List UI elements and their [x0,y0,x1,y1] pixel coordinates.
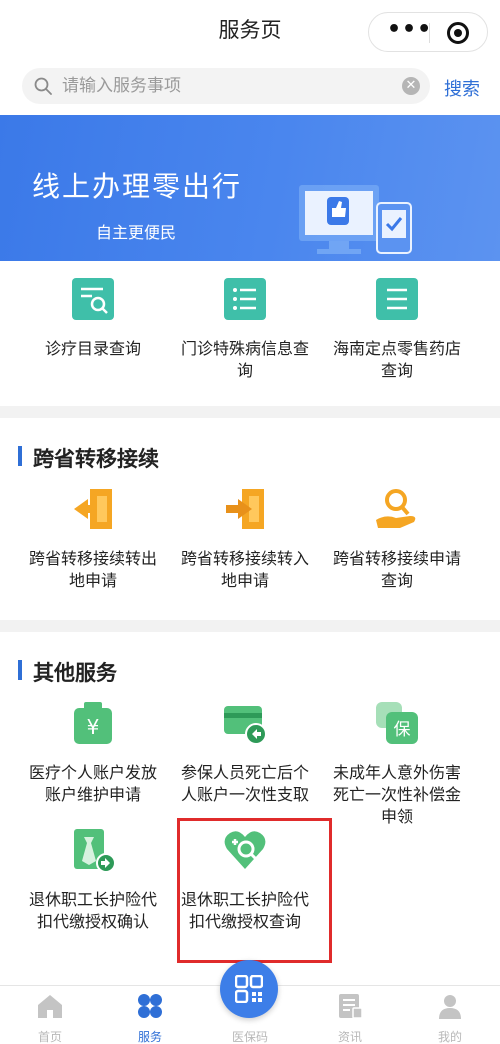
highlight-annotation-box [177,818,332,963]
clipboard-arrow-icon [74,829,116,873]
section-marker [18,446,22,466]
service-label: 海南定点零售药店查询 [332,339,461,380]
more-icon[interactable]: ••• [387,19,431,43]
banner-subtitle: 自主更便民 [96,223,177,242]
search-bar: ✕ 搜索 [0,60,500,115]
close-target-icon[interactable] [447,22,469,44]
yuan-bag-icon: ¥ [74,702,112,744]
user-icon [439,995,461,1019]
tab-label: 我的 [437,1030,462,1044]
service-label: 参保人员死亡后个人账户一次性支取 [180,763,309,804]
grid-icon [138,994,162,1018]
search-button[interactable]: 搜索 [444,75,480,101]
home-icon [38,995,62,1018]
door-exit-icon [74,489,112,529]
list-icon [224,278,266,320]
service-label: 退休职工长护险代扣代缴授权确认 [28,890,157,931]
section-title: 其他服务 [33,661,117,685]
document-search-icon [72,278,114,320]
service-label: 跨省转移接续申请查询 [332,549,461,590]
news-icon [339,994,363,1019]
svg-text:保: 保 [394,720,411,740]
protect-icon: 保 [376,702,418,744]
transfer-section: 跨省转移接续 跨省转移接续转出地申请 跨省转移接续转入地申请 跨省转移接续申请查… [0,418,500,620]
search-input[interactable] [62,74,392,98]
qr-code-button[interactable] [220,960,278,1018]
clear-icon[interactable]: ✕ [402,77,420,95]
svg-text:¥: ¥ [87,715,100,739]
computer-thumbs-up-icon [299,185,412,254]
document-lines-icon [376,278,418,320]
tab-label: 医保码 [231,1030,268,1044]
service-label: 诊疗目录查询 [44,339,141,358]
search-icon [34,77,52,95]
card-return-icon [224,706,267,745]
tab-label: 资讯 [337,1030,362,1044]
search-box[interactable]: ✕ [22,68,430,104]
nav-header: 服务页 ••• [0,0,500,60]
quick-services-card: 诊疗目录查询 门诊特殊病信息查询 海南定点零售药店查询 [0,261,500,406]
mini-program-capsule: ••• [368,12,488,52]
service-label: 跨省转移接续转出地申请 [28,549,157,590]
service-label: 门诊特殊病信息查询 [180,339,309,380]
service-label: 未成年人意外伤害死亡一次性补偿金申领 [332,763,461,826]
banner-title: 线上办理零出行 [32,170,243,203]
hand-search-icon [376,489,416,528]
tab-label: 首页 [37,1030,62,1044]
section-title: 跨省转移接续 [33,447,159,471]
service-label: 跨省转移接续转入地申请 [180,549,309,590]
section-marker [18,660,22,680]
service-label: 医疗个人账户发放账户维护申请 [28,763,157,804]
qr-code-icon [235,975,263,1003]
capsule-divider [429,23,430,43]
tab-label: 服务 [137,1030,162,1044]
door-enter-icon [226,489,264,529]
promo-banner[interactable]: 线上办理零出行 自主更便民 [0,115,500,261]
